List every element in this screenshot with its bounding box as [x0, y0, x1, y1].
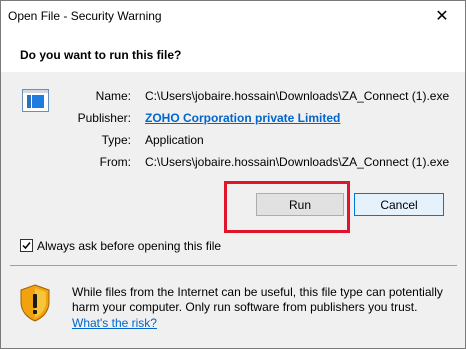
- from-value: C:\Users\jobaire.hossain\Downloads\ZA_Co…: [145, 155, 450, 169]
- publisher-label: Publisher:: [77, 111, 131, 125]
- title-bar[interactable]: Open File - Security Warning ✕: [1, 1, 465, 30]
- always-ask-checkbox[interactable]: [20, 239, 33, 252]
- warning-shield-icon: [20, 284, 50, 322]
- close-icon[interactable]: ✕: [419, 1, 465, 30]
- name-label: Name:: [95, 89, 131, 103]
- window-title: Open File - Security Warning: [8, 9, 162, 23]
- divider: [10, 265, 457, 266]
- from-label: From:: [99, 155, 131, 169]
- run-button[interactable]: Run: [256, 193, 344, 216]
- type-value: Application: [145, 133, 204, 147]
- run-question: Do you want to run this file?: [20, 48, 182, 62]
- warning-text: While files from the Internet can be use…: [72, 285, 443, 314]
- publisher-link[interactable]: ZOHO Corporation private Limited: [145, 111, 340, 125]
- cancel-button[interactable]: Cancel: [354, 193, 444, 216]
- whats-the-risk-link[interactable]: What's the risk?: [72, 316, 157, 330]
- type-label: Type:: [101, 133, 131, 147]
- always-ask-label[interactable]: Always ask before opening this file: [37, 239, 221, 253]
- security-warning-dialog: Open File - Security Warning ✕ Do you wa…: [0, 0, 466, 349]
- checkmark-icon: [22, 242, 31, 250]
- name-value: C:\Users\jobaire.hossain\Downloads\ZA_Co…: [145, 89, 450, 103]
